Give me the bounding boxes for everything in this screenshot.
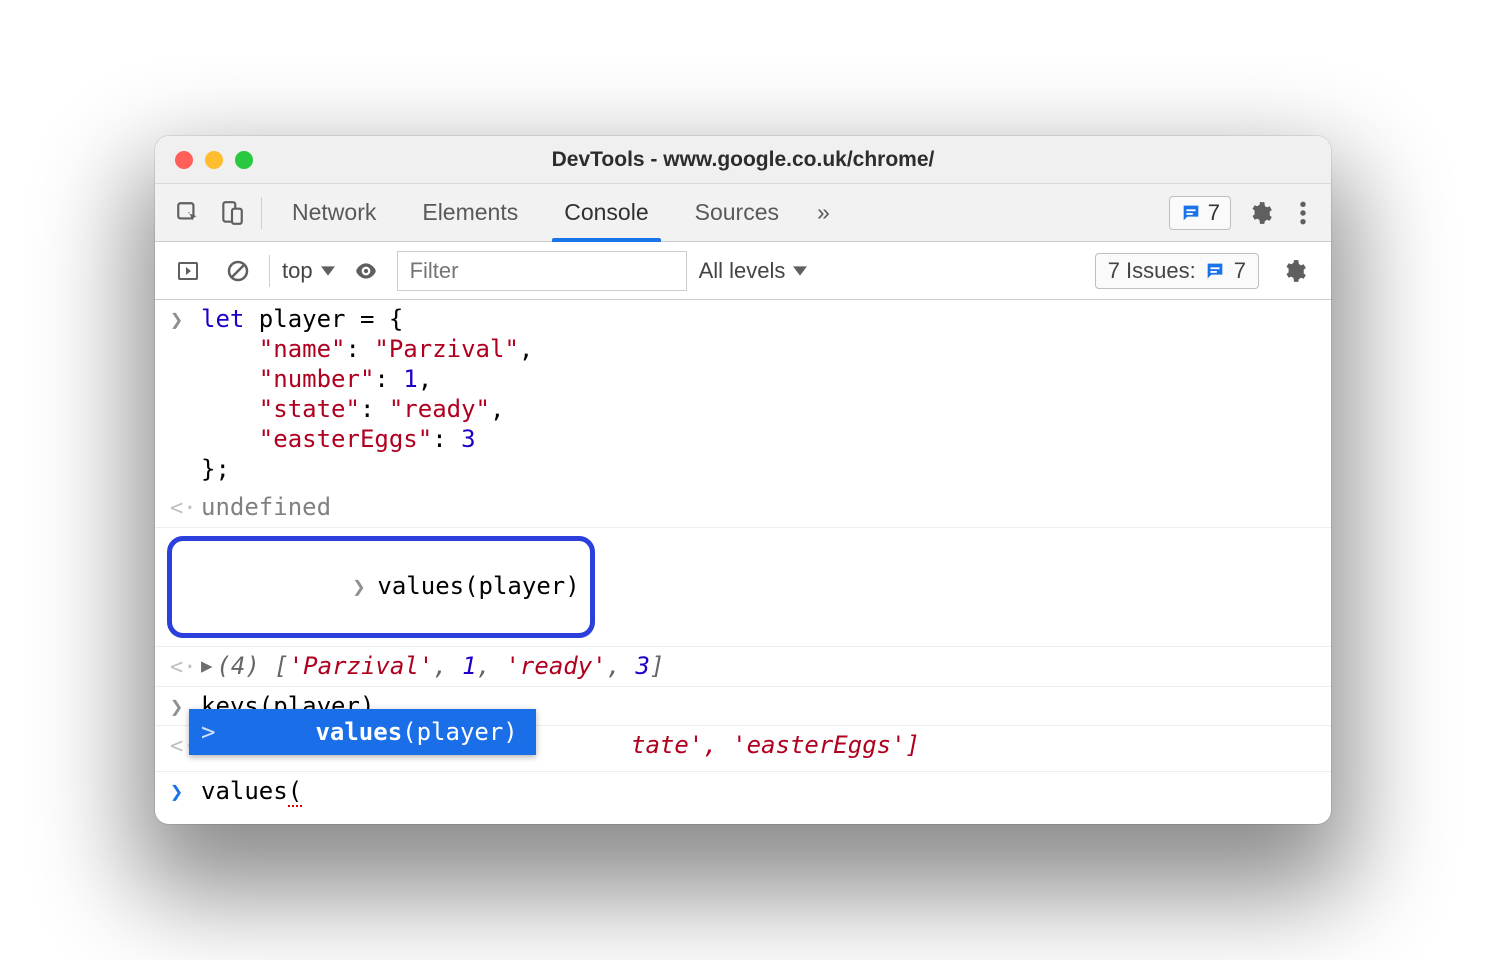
separator [269, 255, 270, 287]
log-levels-selector[interactable]: All levels [699, 258, 808, 284]
highlight-annotation: ❯values(player) [167, 536, 595, 639]
settings-button[interactable] [1237, 200, 1283, 226]
input-prompt-icon: ❯ [167, 776, 201, 807]
console-live-input-row[interactable]: ❯ values( [155, 772, 1331, 811]
device-toolbar-icon[interactable] [213, 194, 251, 232]
maximize-window-button[interactable] [235, 151, 253, 169]
console-toolbar: top All levels 7 Issues: 7 [155, 242, 1331, 300]
output-value: undefined [201, 492, 1319, 523]
console-code: values(player) [377, 572, 579, 600]
tab-elements[interactable]: Elements [402, 184, 538, 241]
suggestion-rest: (player) [402, 717, 518, 747]
input-prompt-icon: ❯ [167, 304, 201, 484]
tab-console[interactable]: Console [544, 184, 668, 241]
live-expression-icon[interactable] [347, 252, 385, 290]
autocomplete-suggestion[interactable]: > values(player) [189, 709, 536, 755]
separator [261, 197, 262, 229]
context-label: top [282, 258, 313, 284]
output-value: ▶(4) ['Parzival', 1, 'ready', 3] [201, 651, 1319, 682]
suggestion-prompt: > [201, 717, 215, 747]
console-code: let player = { "name": "Parzival", "numb… [201, 304, 1319, 484]
input-prompt-icon: ❯ [349, 571, 377, 602]
output-prompt-icon: <· [167, 651, 201, 682]
close-window-button[interactable] [175, 151, 193, 169]
inspect-element-icon[interactable] [169, 194, 207, 232]
tabs-overflow-button[interactable]: » [805, 184, 842, 241]
minimize-window-button[interactable] [205, 151, 223, 169]
devtools-tabbar: Network Elements Console Sources » 7 [155, 184, 1331, 242]
console-output-row[interactable]: <· tate', 'easterEggs'] >values(player) [155, 726, 1331, 772]
traffic-lights [175, 151, 253, 169]
filter-input[interactable] [397, 251, 687, 291]
console-input-row[interactable]: ❯ let player = { "name": "Parzival", "nu… [155, 300, 1331, 488]
console-output-row: <· undefined [155, 488, 1331, 528]
message-icon [1180, 202, 1202, 224]
issues-button[interactable]: 7 Issues: 7 [1095, 253, 1259, 289]
tab-sources[interactable]: Sources [675, 184, 799, 241]
levels-label: All levels [699, 258, 786, 284]
context-selector[interactable]: top [282, 258, 335, 284]
more-options-button[interactable] [1289, 200, 1317, 226]
console-messages-button[interactable]: 7 [1169, 196, 1231, 230]
issues-count: 7 [1234, 258, 1246, 284]
console-live-input[interactable]: values( [201, 776, 1319, 807]
tab-network[interactable]: Network [272, 184, 396, 241]
dropdown-icon [321, 266, 335, 276]
output-prompt-icon: <· [167, 492, 201, 523]
console-input-row[interactable]: ❯values(player) [155, 528, 1331, 648]
console-settings-button[interactable] [1271, 258, 1317, 284]
disclosure-triangle-icon[interactable]: ▶ [201, 655, 212, 679]
devtools-window: DevTools - www.google.co.uk/chrome/ Netw… [155, 136, 1331, 824]
issues-label: 7 Issues: [1108, 258, 1196, 284]
window-title: DevTools - www.google.co.uk/chrome/ [155, 148, 1331, 172]
clear-console-icon[interactable] [219, 252, 257, 290]
console-output-row[interactable]: <· ▶(4) ['Parzival', 1, 'ready', 3] [155, 647, 1331, 687]
toggle-sidebar-icon[interactable] [169, 252, 207, 290]
dropdown-icon [793, 266, 807, 276]
message-count: 7 [1208, 200, 1220, 226]
console-output[interactable]: ❯ let player = { "name": "Parzival", "nu… [155, 300, 1331, 824]
syntax-error-underline: ( [288, 777, 302, 807]
window-titlebar: DevTools - www.google.co.uk/chrome/ [155, 136, 1331, 184]
message-icon [1204, 260, 1226, 282]
suggestion-match: values [315, 717, 402, 747]
